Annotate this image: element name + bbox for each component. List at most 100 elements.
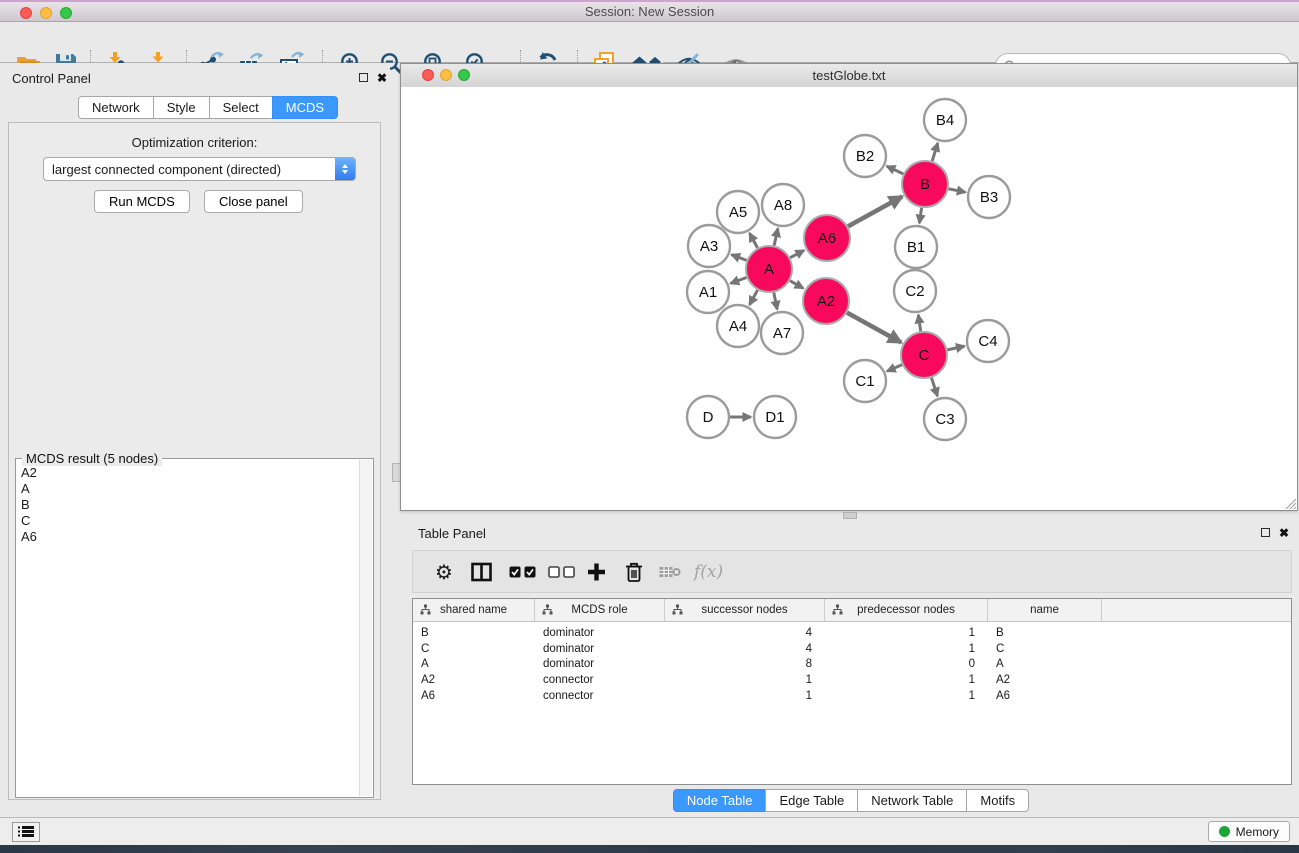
svg-text:A: A: [764, 261, 774, 278]
graph-edge-A-A1[interactable]: [731, 278, 747, 284]
mcds-result-list[interactable]: A2ABCA6: [17, 465, 360, 796]
graph-node-B3[interactable]: B3: [968, 176, 1010, 218]
graph-node-C2[interactable]: C2: [894, 270, 936, 312]
split-columns-icon[interactable]: [471, 560, 492, 584]
settings-gear-icon[interactable]: ⚙: [435, 560, 453, 584]
resize-grip-icon[interactable]: [1283, 496, 1296, 509]
graph-node-C[interactable]: C: [901, 332, 947, 378]
tab-edge-table[interactable]: Edge Table: [765, 789, 858, 812]
graph-node-C1[interactable]: C1: [844, 360, 886, 402]
mcds-result-item[interactable]: B: [21, 497, 360, 513]
graph-edge-B-B4[interactable]: [932, 143, 938, 161]
graph-node-A6[interactable]: A6: [804, 215, 850, 261]
node-table: shared nameMCDS rolesuccessor nodesprede…: [412, 598, 1292, 785]
graph-edge-A-A4[interactable]: [750, 290, 758, 305]
table-tabs-row: Node TableEdge TableNetwork TableMotifs: [403, 789, 1299, 812]
memory-button[interactable]: Memory: [1208, 821, 1290, 842]
graph-node-C3[interactable]: C3: [924, 398, 966, 440]
graph-node-A7[interactable]: A7: [761, 312, 803, 354]
graph-node-B4[interactable]: B4: [924, 99, 966, 141]
network-window-titlebar[interactable]: testGlobe.txt: [401, 64, 1297, 88]
float-panel-icon[interactable]: [359, 73, 368, 82]
unselect-all-checkboxes-icon[interactable]: [548, 560, 575, 584]
graph-node-D1[interactable]: D1: [754, 396, 796, 438]
graph-edge-A-A7[interactable]: [774, 293, 777, 310]
tab-mcds[interactable]: MCDS: [272, 96, 338, 119]
tab-network-table[interactable]: Network Table: [857, 789, 967, 812]
graph-node-D[interactable]: D: [687, 396, 729, 438]
graph-node-A4[interactable]: A4: [717, 305, 759, 347]
table-row[interactable]: Adominator80A: [413, 656, 1291, 672]
horizontal-splitter-handle[interactable]: [843, 512, 857, 519]
mcds-result-item[interactable]: C: [21, 513, 360, 529]
graph-edge-A6-B[interactable]: [848, 197, 902, 227]
result-scrollbar[interactable]: [359, 460, 372, 796]
mcds-result-item[interactable]: A: [21, 481, 360, 497]
column-header-mcds-role[interactable]: MCDS role: [535, 599, 665, 621]
task-history-button[interactable]: [12, 822, 40, 842]
table-row[interactable]: Bdominator41B: [413, 625, 1291, 641]
graph-node-A[interactable]: A: [746, 246, 792, 292]
graph-edge-C-C1[interactable]: [887, 365, 902, 372]
tab-node-table[interactable]: Node Table: [673, 789, 767, 812]
graph-edge-A-A6[interactable]: [790, 250, 804, 257]
table-row[interactable]: A6connector11A6: [413, 688, 1291, 704]
svg-text:A7: A7: [773, 325, 791, 342]
mcds-tab-content: Optimization criterion: largest connecte…: [8, 122, 381, 800]
close-table-panel-icon[interactable]: ✖: [1279, 527, 1289, 539]
graph-node-B[interactable]: B: [902, 161, 948, 207]
cell-shared-name: A6: [413, 690, 535, 702]
graph-node-C4[interactable]: C4: [967, 320, 1009, 362]
tab-motifs[interactable]: Motifs: [966, 789, 1029, 812]
graph-edge-A-A8[interactable]: [774, 228, 778, 245]
tab-select[interactable]: Select: [209, 96, 273, 119]
table-row[interactable]: A2connector11A2: [413, 672, 1291, 688]
graph-edge-C-C3[interactable]: [932, 378, 938, 396]
control-panel: Control Panel ✖ NetworkStyleSelectMCDS O…: [0, 63, 390, 817]
add-column-icon[interactable]: [587, 560, 606, 584]
window-titlebar: Session: New Session: [0, 0, 1299, 22]
graph-edge-A2-C[interactable]: [847, 313, 901, 343]
graph-edge-B-B2[interactable]: [887, 166, 904, 174]
table-body: Bdominator41BCdominator41CAdominator80AA…: [413, 622, 1291, 703]
close-panel-button[interactable]: Close panel: [204, 190, 303, 213]
cell-name: B: [988, 627, 1102, 639]
column-header-shared-name[interactable]: shared name: [413, 599, 535, 621]
graph-edge-A-A5[interactable]: [750, 233, 758, 248]
graph-edge-A-A2[interactable]: [790, 281, 803, 289]
network-canvas[interactable]: B4 B2 B B3 A8A5 A6 B1 A3 A C2 A1 A2 A4 A7 C4 C C1 C3 D D1: [401, 87, 1297, 510]
graph-edge-B-B3[interactable]: [949, 189, 966, 192]
select-all-checkboxes-icon[interactable]: [509, 560, 536, 584]
hierarchy-icon: [420, 604, 431, 615]
column-header-predecessor-nodes[interactable]: predecessor nodes: [825, 599, 988, 621]
graph-node-B2[interactable]: B2: [844, 135, 886, 177]
column-header-name[interactable]: name: [988, 599, 1102, 621]
column-header-successor-nodes[interactable]: successor nodes: [665, 599, 825, 621]
mcds-result-item[interactable]: A2: [21, 465, 360, 481]
tab-network[interactable]: Network: [78, 96, 154, 119]
svg-text:D: D: [703, 409, 714, 426]
criterion-select[interactable]: largest connected component (directed): [43, 157, 356, 181]
network-graph[interactable]: B4 B2 B B3 A8A5 A6 B1 A3 A C2 A1 A2 A4 A7 C4 C C1 C3 D D1: [401, 87, 1297, 510]
close-panel-icon[interactable]: ✖: [377, 72, 387, 84]
graph-edge-A-A3[interactable]: [731, 255, 746, 261]
graph-node-A1[interactable]: A1: [687, 271, 729, 313]
run-mcds-button[interactable]: Run MCDS: [94, 190, 190, 213]
mcds-result-item[interactable]: A6: [21, 529, 360, 545]
graph-node-A8[interactable]: A8: [762, 184, 804, 226]
tab-style[interactable]: Style: [153, 96, 210, 119]
delete-column-icon[interactable]: [625, 560, 643, 584]
function-builder-icon[interactable]: f(x): [694, 560, 723, 584]
graph-node-B1[interactable]: B1: [895, 226, 937, 268]
graph-edge-C-C4[interactable]: [947, 346, 964, 350]
graph-edge-C-C2[interactable]: [918, 315, 920, 331]
graph-edge-B-B1[interactable]: [919, 208, 921, 223]
cell-successor: 1: [665, 690, 825, 702]
delete-table-icon[interactable]: [659, 560, 681, 584]
graph-node-A3[interactable]: A3: [688, 225, 730, 267]
table-row[interactable]: Cdominator41C: [413, 641, 1291, 657]
float-table-panel-icon[interactable]: [1261, 528, 1270, 537]
graph-node-A2[interactable]: A2: [803, 278, 849, 324]
graph-node-A5[interactable]: A5: [717, 191, 759, 233]
optimization-criterion-label: Optimization criterion:: [9, 135, 380, 150]
